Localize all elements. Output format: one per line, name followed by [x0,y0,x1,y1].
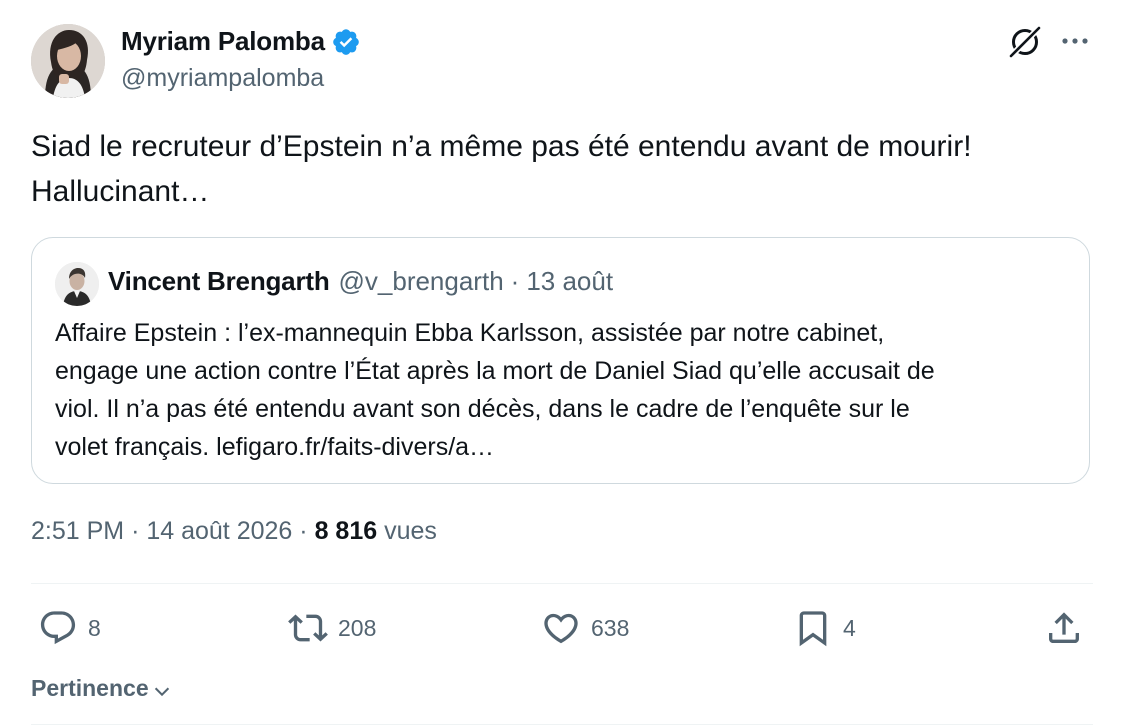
share-button[interactable] [1044,608,1084,648]
tweet-text-line: Hallucinant… [31,175,210,208]
like-button[interactable]: 638 [541,608,629,648]
views-label: vues [384,517,437,545]
author-name-row: Myriam Palomba [121,26,361,57]
grok-icon[interactable] [1006,22,1044,60]
quote-separator: · [510,266,520,296]
tweet-time[interactable]: 2:51 PM [31,517,124,545]
tweet-meta: 2:51 PM · 14 août 2026 · 8 816 vues [31,517,437,546]
more-icon[interactable] [1057,24,1093,58]
chevron-down-icon [154,687,169,697]
quote-author-avatar-image [55,262,99,306]
divider [31,724,1093,725]
author-avatar-image [31,24,105,98]
repost-button[interactable]: 208 [288,608,376,648]
sort-label: Pertinence [31,674,149,701]
quote-text-line: volet français. lefigaro.fr/faits-divers… [55,433,495,461]
reply-count: 8 [88,614,101,641]
bookmark-button[interactable]: 4 [793,608,856,648]
repost-count: 208 [338,614,377,641]
verified-badge-icon [333,28,359,55]
tweet-date[interactable]: 14 août 2026 [146,517,292,545]
quote-text: Affaire Epstein : l’ex-mannequin Ebba Ka… [55,314,1075,466]
author-avatar[interactable] [31,24,105,98]
quote-author-name[interactable]: Vincent Brengarth [108,266,330,297]
tweet-text: Siad le recruteur d’Epstein n’a même pas… [31,124,1091,214]
quote-header: Vincent Brengarth @v_brengarth · 13 août [108,266,613,297]
quote-text-line: Affaire Epstein : l’ex-mannequin Ebba Ka… [55,319,885,347]
meta-separator: · [299,517,308,545]
sort-dropdown[interactable]: Pertinence [31,674,173,702]
quote-text-line: viol. Il n’a pas été entendu avant son d… [55,395,910,423]
author-name[interactable]: Myriam Palomba [121,26,325,57]
like-count: 638 [591,614,630,641]
divider [31,583,1093,584]
quote-author-handle[interactable]: @v_brengarth [339,266,504,297]
meta-separator: · [131,517,140,545]
bookmark-count: 4 [843,614,856,641]
tweet: Myriam Palomba @myriampalomba Siad le re… [0,0,1123,727]
tweet-text-line: Siad le recruteur d’Epstein n’a même pas… [31,130,972,163]
views-count: 8 816 [314,517,378,545]
quote-text-line: engage une action contre l’État après la… [55,357,935,385]
quoted-tweet[interactable]: Vincent Brengarth @v_brengarth · 13 août… [31,237,1090,484]
quote-date[interactable]: 13 août [526,266,613,297]
heart-icon [544,613,578,644]
repost-icon [288,614,328,642]
share-icon [1049,612,1079,643]
reply-button[interactable]: 8 [38,608,101,648]
quote-author-avatar[interactable] [55,262,99,306]
author-handle[interactable]: @myriampalomba [121,64,324,93]
reply-icon [40,611,76,645]
bookmark-icon [799,611,827,647]
